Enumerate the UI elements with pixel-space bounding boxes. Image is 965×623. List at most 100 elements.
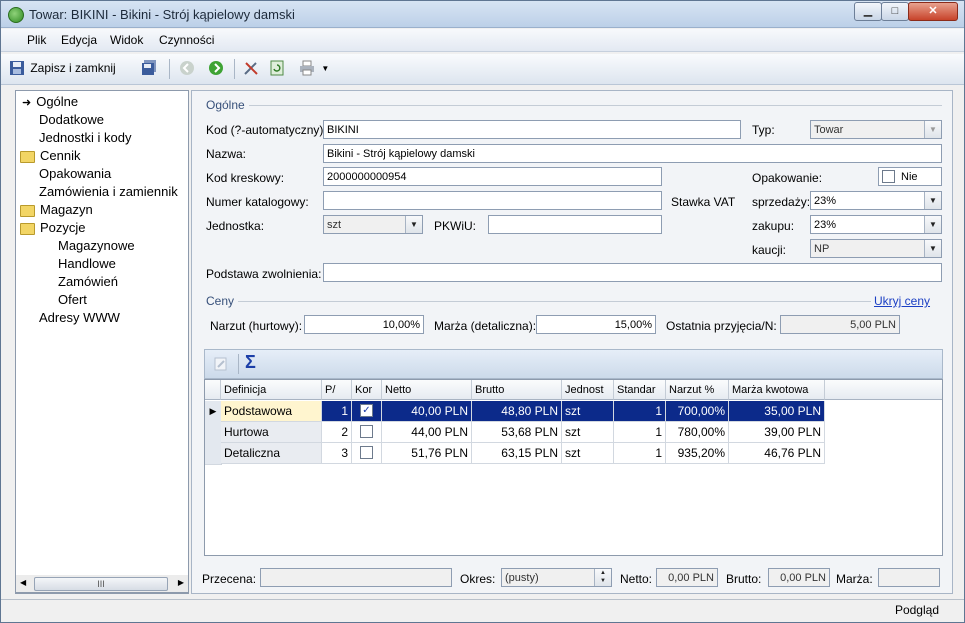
cell-jednostka[interactable]: szt (562, 401, 614, 422)
chevron-down-icon[interactable]: ▼ (321, 64, 329, 73)
menu-czynnosci[interactable]: Czynności (159, 33, 214, 47)
refresh-button[interactable] (269, 60, 285, 76)
cell-definicja[interactable]: Detaliczna (221, 443, 322, 464)
tools-button[interactable] (243, 60, 259, 76)
cell-brutto[interactable]: 48,80 PLN (472, 401, 562, 422)
cell-brutto[interactable]: 63,15 PLN (472, 443, 562, 464)
typ-select[interactable]: Towar ▼ (810, 120, 942, 139)
chevron-down-icon[interactable]: ▼ (924, 240, 941, 257)
scroll-right-icon[interactable]: ▶ (178, 578, 184, 587)
numer-katalogowy-input[interactable] (323, 191, 662, 210)
cell-nr[interactable]: 2 (322, 422, 352, 443)
save-close-button[interactable]: Zapisz i zamknij (9, 60, 116, 76)
podstawa-input[interactable] (323, 263, 942, 282)
cell-netto[interactable]: 44,00 PLN (382, 422, 472, 443)
menu-edycja[interactable]: Edycja (61, 33, 97, 47)
kod-kreskowy-input[interactable]: 2000000000954 (323, 167, 662, 186)
minimize-button[interactable]: ▁ (854, 2, 882, 21)
cell-nr[interactable]: 1 (322, 401, 352, 422)
tree-item-ofert[interactable]: Ofert (58, 292, 87, 307)
col-header-netto[interactable]: Netto (382, 380, 472, 400)
cell-standard[interactable]: 1 (614, 422, 666, 443)
kor-checkbox[interactable]: ✓ (360, 404, 373, 418)
cell-standard[interactable]: 1 (614, 443, 666, 464)
narzut-input[interactable]: 10,00% (304, 315, 424, 334)
hide-prices-link[interactable]: Ukryj ceny (874, 294, 930, 308)
jednostka-select[interactable]: szt ▼ (323, 215, 423, 234)
col-header-standard[interactable]: Standar (614, 380, 666, 400)
cell-kor[interactable] (352, 443, 382, 464)
scroll-thumb[interactable]: III (34, 577, 168, 591)
col-header-definicja[interactable]: Definicja (221, 380, 322, 400)
cell-jednostka[interactable]: szt (562, 443, 614, 464)
cell-marza[interactable]: 35,00 PLN (729, 401, 825, 422)
kod-input[interactable]: BIKINI (323, 120, 741, 139)
cell-standard[interactable]: 1 (614, 401, 666, 422)
col-header-marza[interactable]: Marża kwotowa (729, 380, 825, 400)
cell-brutto[interactable]: 53,68 PLN (472, 422, 562, 443)
cell-jednostka[interactable]: szt (562, 422, 614, 443)
cell-kor[interactable]: ✓ (352, 401, 382, 422)
maximize-button[interactable]: □ (881, 2, 909, 21)
table-row[interactable]: Hurtowa 2 44,00 PLN 53,68 PLN szt 1 780,… (205, 422, 825, 444)
tree-item-jednostki[interactable]: Jednostki i kody (39, 130, 132, 145)
print-button[interactable]: ▼ (299, 60, 329, 76)
nazwa-input[interactable]: Bikini - Strój kąpielowy damski (323, 144, 942, 163)
spinner-arrows-icon[interactable]: ▲ ▼ (594, 569, 611, 586)
back-button[interactable] (179, 60, 195, 76)
menu-plik[interactable]: Plik (27, 33, 46, 47)
chevron-down-icon[interactable]: ▼ (405, 216, 422, 233)
tree-item-handlowe[interactable]: Handlowe (58, 256, 116, 271)
table-row[interactable]: ▶ Podstawowa 1 ✓ 40,00 PLN 48,80 PLN szt… (205, 401, 825, 423)
col-header-brutto[interactable]: Brutto (472, 380, 562, 400)
save-all-button[interactable] (141, 60, 157, 76)
kor-checkbox[interactable] (360, 446, 373, 460)
save-icon (10, 61, 24, 75)
marza-input[interactable]: 15,00% (536, 315, 656, 334)
cell-kor[interactable] (352, 422, 382, 443)
close-button[interactable]: ✕ (908, 2, 958, 21)
tree-item-opakowania[interactable]: Opakowania (39, 166, 111, 181)
cell-definicja[interactable]: Podstawowa (221, 401, 322, 422)
col-header-jednostka[interactable]: Jednost (562, 380, 614, 400)
col-header-nr[interactable]: P/ (322, 380, 352, 400)
tree-item-zamowien[interactable]: Zamówień (58, 274, 118, 289)
vat-zakupu-select[interactable]: 23% ▼ (810, 215, 942, 234)
pkwiu-input[interactable] (488, 215, 662, 234)
tree-item-ogolne[interactable]: ➜ Ogólne (22, 94, 78, 109)
tree-item-pozycje[interactable]: Pozycje (20, 220, 86, 235)
cell-nr[interactable]: 3 (322, 443, 352, 464)
tree-horizontal-scrollbar[interactable]: ◀ III ▶ (15, 575, 189, 593)
kor-checkbox[interactable] (360, 425, 373, 439)
table-row[interactable]: Detaliczna 3 51,76 PLN 63,15 PLN szt 1 9… (205, 443, 825, 465)
tree-item-magazynowe[interactable]: Magazynowe (58, 238, 135, 253)
vat-sprzedazy-select[interactable]: 23% ▼ (810, 191, 942, 210)
tree-item-dodatkowe[interactable]: Dodatkowe (39, 112, 104, 127)
tree-item-zamowienia[interactable]: Zamówienia i zamiennik (39, 184, 178, 199)
col-header-kor[interactable]: Kor (352, 380, 382, 400)
cell-narzut[interactable]: 700,00% (666, 401, 729, 422)
col-header-narzut[interactable]: Narzut % (666, 380, 729, 400)
opakowanie-checkbox[interactable] (882, 169, 895, 183)
cell-definicja[interactable]: Hurtowa (221, 422, 322, 443)
tree-item-adresy-www[interactable]: Adresy WWW (39, 310, 120, 325)
forward-button[interactable] (208, 60, 224, 76)
chevron-down-icon[interactable]: ▼ (924, 121, 941, 138)
edit-icon[interactable] (213, 356, 229, 372)
tree-item-cennik[interactable]: Cennik (20, 148, 80, 163)
cell-netto[interactable]: 40,00 PLN (382, 401, 472, 422)
chevron-down-icon[interactable]: ▼ (924, 216, 941, 233)
scroll-left-icon[interactable]: ◀ (20, 578, 26, 587)
tree-item-magazyn[interactable]: Magazyn (20, 202, 93, 217)
cell-marza[interactable]: 46,76 PLN (729, 443, 825, 464)
cell-marza[interactable]: 39,00 PLN (729, 422, 825, 443)
chevron-down-icon[interactable]: ▼ (924, 192, 941, 209)
cell-narzut[interactable]: 935,20% (666, 443, 729, 464)
opakowanie-checkbox-field[interactable]: Nie (878, 167, 942, 186)
okres-spinner[interactable]: (pusty) ▲ ▼ (501, 568, 612, 587)
menu-widok[interactable]: Widok (110, 33, 143, 47)
vat-kaucji-select[interactable]: NP ▼ (810, 239, 942, 258)
cell-netto[interactable]: 51,76 PLN (382, 443, 472, 464)
sum-icon[interactable]: Σ (245, 352, 256, 373)
cell-narzut[interactable]: 780,00% (666, 422, 729, 443)
